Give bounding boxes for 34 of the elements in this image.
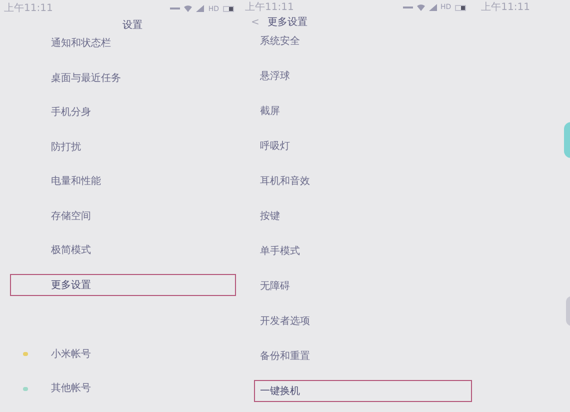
wifi-icon xyxy=(184,5,192,12)
dots-icon xyxy=(402,6,413,9)
battery-icon xyxy=(223,6,235,12)
settings-item[interactable]: 存储空间 xyxy=(10,205,236,227)
settings-item[interactable]: 单手模式 xyxy=(254,240,472,262)
settings-item[interactable]: 系统安全 xyxy=(254,30,472,52)
signal-icon xyxy=(196,5,204,12)
settings-item[interactable]: 小米帐号 xyxy=(10,343,236,365)
settings-item[interactable]: 备份和重置 xyxy=(254,345,472,367)
status-time: 上午11:11 xyxy=(481,0,530,15)
settings-item[interactable]: 手机分身 xyxy=(10,102,236,124)
settings-item[interactable]: 其他帐号 xyxy=(10,378,236,400)
settings-item[interactable]: 开发者选项 xyxy=(254,310,472,332)
status-time: 上午11:11 xyxy=(245,0,294,15)
settings-item[interactable]: 耳机和音效 xyxy=(254,170,472,192)
settings-item[interactable]: 极简模式 xyxy=(10,240,236,262)
battery-icon xyxy=(455,4,468,10)
settings-item[interactable]: 截屏 xyxy=(254,100,472,122)
settings-item[interactable]: 一键换机 xyxy=(254,380,472,402)
settings-item[interactable]: 悬浮球 xyxy=(254,65,472,87)
settings-item[interactable]: 防打扰 xyxy=(10,136,236,158)
settings-item[interactable]: 无障碍 xyxy=(254,275,472,297)
settings-item[interactable]: 呼吸灯 xyxy=(254,135,472,157)
settings-item[interactable]: 桌面与最近任务 xyxy=(10,67,236,89)
settings-item[interactable]: 电量和性能 xyxy=(10,170,236,192)
screen-title: 设置 xyxy=(122,18,142,32)
settings-item[interactable]: 更多设置 xyxy=(10,274,236,296)
settings-item[interactable]: 按键 xyxy=(254,205,472,227)
signal-icon xyxy=(428,4,437,11)
status-time: 上午11:11 xyxy=(4,2,53,16)
settings-item[interactable]: 通知和状态栏 xyxy=(10,32,236,54)
dots-icon xyxy=(170,7,180,10)
wifi-icon xyxy=(416,4,425,11)
screen-title: 更多设置 xyxy=(267,16,308,30)
